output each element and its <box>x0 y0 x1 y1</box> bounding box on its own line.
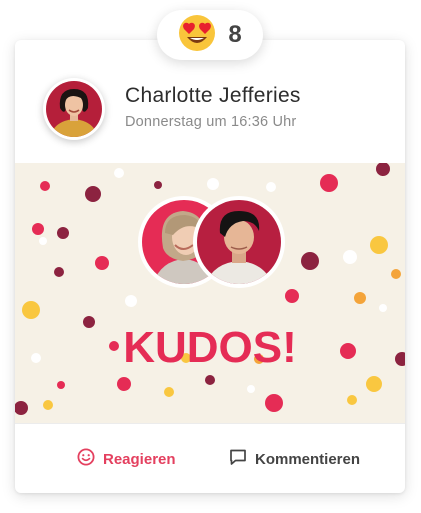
react-button[interactable]: Reagieren <box>77 448 176 470</box>
post-timestamp: Donnerstag um 16:36 Uhr <box>125 114 297 130</box>
heart-eyes-emoji-icon <box>178 14 216 57</box>
kudos-title: KUDOS! <box>123 323 297 372</box>
post-actions: Reagieren Kommentieren <box>15 423 405 493</box>
comment-button-label: Kommentieren <box>255 450 361 468</box>
post-card: Charlotte Jefferies Donnerstag um 16:36 … <box>15 40 405 493</box>
comment-icon <box>229 448 247 470</box>
smiley-icon <box>77 448 95 470</box>
react-button-label: Reagieren <box>103 450 176 468</box>
author-name[interactable]: Charlotte Jefferies <box>125 84 301 108</box>
comment-button[interactable]: Kommentieren <box>229 448 360 470</box>
reaction-count: 8 <box>228 21 242 48</box>
kudos-banner: KUDOS! <box>15 162 405 423</box>
avatar[interactable] <box>43 78 105 140</box>
reaction-summary[interactable]: 8 <box>157 10 263 60</box>
